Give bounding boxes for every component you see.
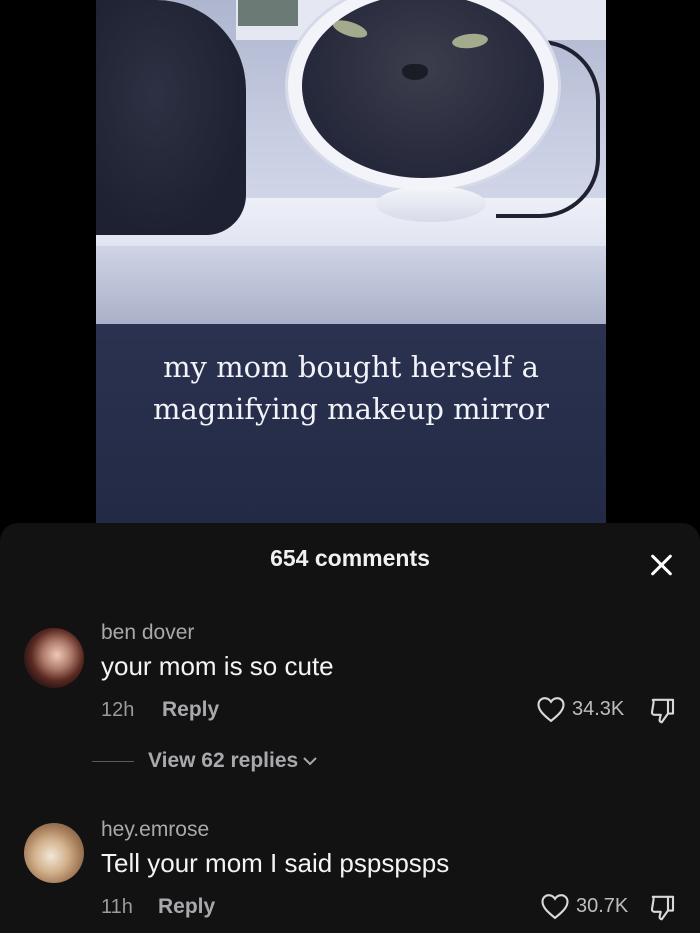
heart-icon xyxy=(541,894,569,920)
avatar[interactable] xyxy=(24,628,84,688)
window-glass xyxy=(238,0,298,26)
comments-count: 654 comments xyxy=(270,545,430,571)
like-button[interactable]: 30.7K xyxy=(540,892,628,920)
cat-silhouette xyxy=(96,0,246,235)
comment-text: your mom is so cute xyxy=(101,651,334,681)
caption-line-1: my mom bought herself a xyxy=(163,350,539,384)
cat-nose xyxy=(402,64,428,80)
replies-divider xyxy=(92,760,134,762)
reply-button[interactable]: Reply xyxy=(162,698,219,722)
comment-username[interactable]: ben dover xyxy=(101,621,194,645)
view-replies-label: View 62 replies xyxy=(148,749,299,772)
chevron-down-icon xyxy=(303,757,317,766)
caption-line-2: magnifying makeup mirror xyxy=(153,392,549,426)
comment-time: 12h xyxy=(101,699,135,721)
like-count: 30.7K xyxy=(576,894,629,917)
comment-text: Tell your mom I said pspspsps xyxy=(101,848,450,878)
dislike-icon[interactable] xyxy=(648,696,678,726)
video-caption: my mom bought herself a magnifying makeu… xyxy=(96,346,606,430)
like-button[interactable]: 34.3K xyxy=(536,695,624,723)
like-count: 34.3K xyxy=(572,697,625,720)
avatar[interactable] xyxy=(24,823,84,883)
comment-time: 11h xyxy=(101,896,133,918)
window-sill-edge xyxy=(96,246,606,324)
reply-button[interactable]: Reply xyxy=(158,895,215,919)
cat-eye xyxy=(330,16,370,42)
comments-sheet: 654 comments ben dover your mom is so cu… xyxy=(0,523,700,933)
cat-reflection xyxy=(302,0,544,178)
heart-icon xyxy=(537,697,565,723)
cat-eye xyxy=(451,32,489,50)
view-replies-button[interactable]: View 62 replies xyxy=(92,749,318,773)
close-icon[interactable] xyxy=(648,551,676,579)
comment-username[interactable]: hey.emrose xyxy=(101,818,209,842)
dislike-icon[interactable] xyxy=(648,893,678,923)
mirror-stand xyxy=(376,186,486,222)
video-player[interactable]: my mom bought herself a magnifying makeu… xyxy=(96,0,606,524)
